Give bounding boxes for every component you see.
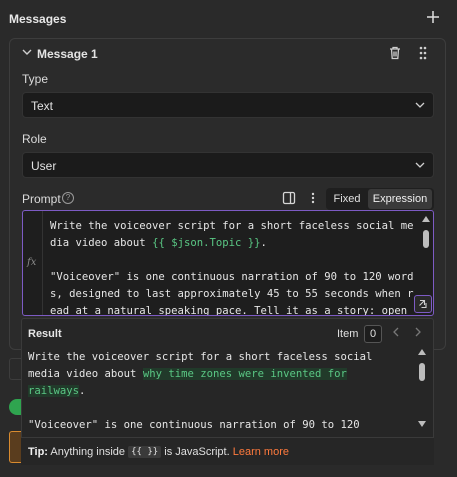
prompt-label: Prompt xyxy=(22,192,61,206)
scroll-up-icon[interactable] xyxy=(418,349,426,355)
code-chip: {{ }} xyxy=(128,446,162,458)
warning-banner-edge xyxy=(9,431,21,463)
section-title: Messages xyxy=(9,12,67,26)
expression-token: {{ $json.Topic }} xyxy=(152,237,261,249)
background-input-edge xyxy=(9,358,21,380)
prompt-expression-editor[interactable]: fx Write the voiceover script for a shor… xyxy=(22,210,434,316)
editor-scroll-thumb[interactable] xyxy=(423,230,429,248)
prompt-row: Prompt ? Fixed Expression xyxy=(22,188,434,210)
editor-gutter: fx xyxy=(23,211,43,315)
expression-mode-button[interactable]: Expression xyxy=(368,189,432,209)
drag-handle-icon[interactable] xyxy=(415,45,431,61)
chevron-down-icon[interactable] xyxy=(22,47,32,60)
help-icon[interactable]: ? xyxy=(62,192,74,204)
result-output: Write the voiceover script for a short f… xyxy=(28,351,373,431)
resolved-value: why time zones were invented for xyxy=(142,368,347,380)
sidebar-panel-icon[interactable] xyxy=(282,191,296,205)
fixed-mode-button[interactable]: Fixed xyxy=(326,188,368,210)
role-select[interactable]: User xyxy=(22,152,434,178)
mode-toggle: Fixed Expression xyxy=(326,188,434,210)
prompt-code[interactable]: Write the voiceover script for a short f… xyxy=(50,218,422,315)
messages-header: Messages xyxy=(0,0,457,38)
item-index-input[interactable]: 0 xyxy=(364,325,382,343)
scroll-up-icon[interactable] xyxy=(422,216,430,222)
role-label: Role xyxy=(22,132,47,146)
type-select[interactable]: Text xyxy=(22,92,434,118)
chevron-right-icon[interactable] xyxy=(414,327,422,340)
chevron-down-icon xyxy=(414,159,426,171)
item-label: Item xyxy=(337,328,359,340)
result-scrollbar[interactable] xyxy=(416,347,428,431)
fx-icon: fx xyxy=(27,257,37,268)
message-card-header[interactable]: Message 1 xyxy=(10,39,445,69)
add-message-icon[interactable] xyxy=(424,8,442,26)
more-options-icon[interactable] xyxy=(308,191,318,205)
type-value: Text xyxy=(31,99,54,113)
expand-editor-button[interactable] xyxy=(414,295,432,313)
toggle-edge xyxy=(9,399,21,415)
type-label: Type xyxy=(22,72,49,86)
chevron-left-icon[interactable] xyxy=(392,327,400,340)
trash-icon[interactable] xyxy=(387,45,403,61)
message-title: Message 1 xyxy=(37,47,98,61)
result-scroll-thumb[interactable] xyxy=(419,363,425,381)
role-value: User xyxy=(31,159,57,173)
tip-bar: Tip: Anything inside {{ }} is JavaScript… xyxy=(21,437,434,465)
resolved-value: railways xyxy=(28,385,80,397)
learn-more-link[interactable]: Learn more xyxy=(233,446,289,458)
chevron-down-icon xyxy=(414,99,426,111)
tip-text: Tip: Anything inside {{ }} is JavaScript… xyxy=(28,446,289,458)
result-label: Result xyxy=(28,328,62,340)
scroll-down-icon[interactable] xyxy=(418,421,426,427)
